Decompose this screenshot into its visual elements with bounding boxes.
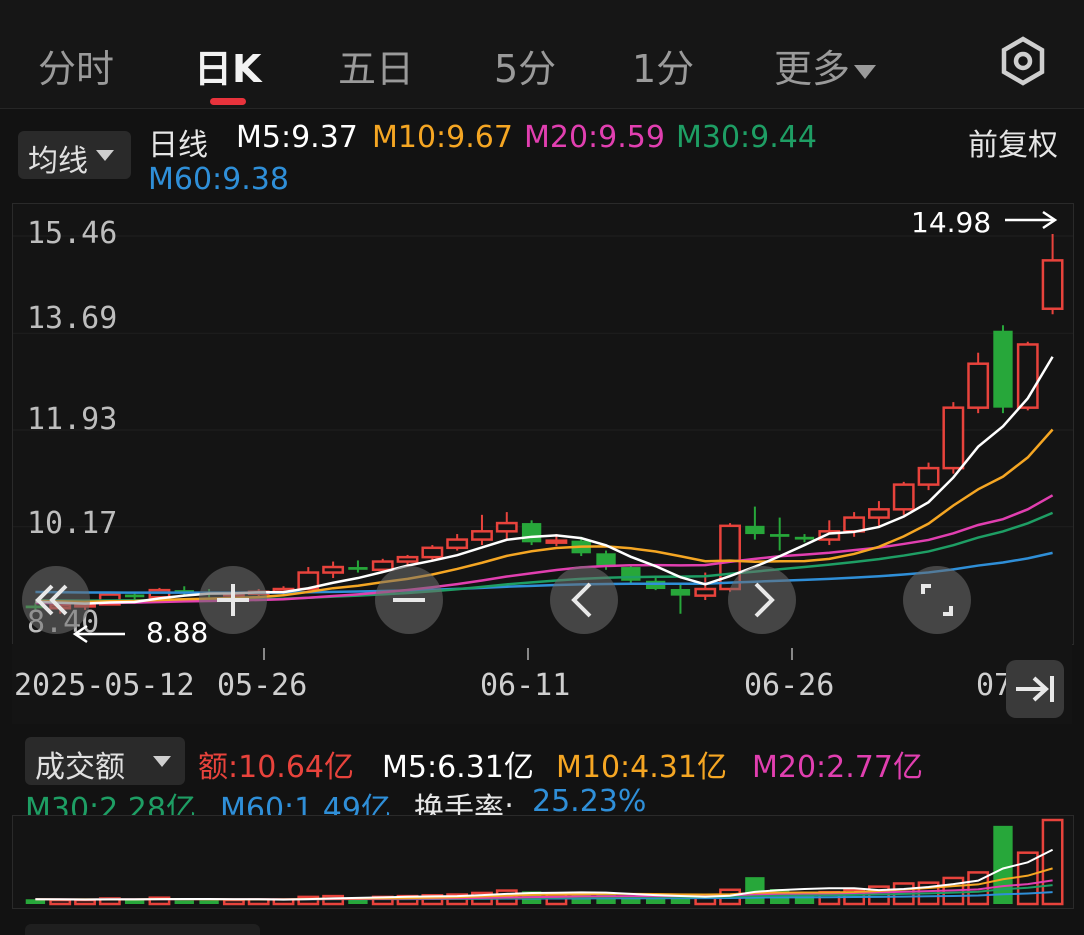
date-label-4: 06-26 <box>744 668 835 703</box>
candle-up <box>868 508 890 519</box>
previous-button[interactable] <box>550 566 618 634</box>
candle-down <box>745 525 765 535</box>
candle-up <box>545 539 568 544</box>
volume-m10: M10:4.31亿 <box>556 750 727 785</box>
candle-up <box>694 587 717 597</box>
indicator-selector[interactable]: 均线 <box>18 131 131 179</box>
bottom-tab-stub <box>25 924 260 935</box>
volume-chart-panel <box>12 815 1074 909</box>
chevron-down-icon <box>96 150 114 161</box>
rewind-icon <box>35 584 68 616</box>
candle-down <box>621 567 641 581</box>
candle-up <box>322 565 345 574</box>
zoom-out-icon <box>393 598 425 602</box>
fullscreen-icon <box>921 584 953 616</box>
chevron-left-icon <box>571 582 592 618</box>
candle-up <box>495 521 518 533</box>
active-tab-indicator <box>210 98 246 105</box>
volume-indicator-selector[interactable]: 成交额 <box>25 737 185 785</box>
candle-up <box>892 483 915 511</box>
volume-bar-up <box>74 898 96 906</box>
candle-down <box>794 536 815 540</box>
zoom-in-icon <box>217 584 249 616</box>
date-axis: 2025-05-12 05-26 06-11 06-26 07 <box>12 644 1072 724</box>
candle-down <box>124 594 145 598</box>
date-label-3: 06-11 <box>480 668 571 703</box>
ma30-value: M30:9.44 <box>676 120 817 155</box>
candle-up <box>446 538 469 550</box>
date-axis-ticks <box>263 648 793 660</box>
period-tab-bar: 分时 日K 五日 5分 1分 更多 <box>0 0 1084 109</box>
price-tick-4: 10.17 <box>27 506 118 541</box>
rewind-button[interactable] <box>22 566 90 634</box>
chevron-down-icon <box>854 64 877 79</box>
price-tick-2: 13.69 <box>27 301 118 336</box>
tab-1min[interactable]: 1分 <box>632 38 694 93</box>
volume-bar-up <box>1016 851 1039 906</box>
candle-down <box>993 330 1013 408</box>
tab-more[interactable]: 更多 <box>774 38 877 93</box>
candle-down <box>770 534 790 537</box>
tab-5min[interactable]: 5分 <box>494 38 556 93</box>
volume-amount: 额:10.64亿 <box>198 750 354 785</box>
tab-more-label: 更多 <box>774 47 851 91</box>
ma20-value: M20:9.59 <box>524 120 665 155</box>
zoom-in-button[interactable] <box>199 566 267 634</box>
turnover-value: 25.23% <box>532 784 647 819</box>
high-price-label: 14.98 <box>911 206 992 239</box>
candle-up <box>917 466 940 486</box>
candle-down <box>521 523 542 543</box>
candle-up <box>471 530 493 541</box>
fullscreen-button[interactable] <box>903 566 971 634</box>
next-button[interactable] <box>728 566 796 634</box>
tab-five-day[interactable]: 五日 <box>338 38 414 93</box>
chevron-down-icon <box>153 756 171 767</box>
tab-intraday[interactable]: 分时 <box>38 38 114 93</box>
volume-m20: M20:2.77亿 <box>752 750 923 785</box>
date-label-1: 2025-05-12 <box>14 668 195 703</box>
settings-icon[interactable] <box>998 36 1048 86</box>
candle-up <box>396 555 419 563</box>
zoom-out-button[interactable] <box>375 566 443 634</box>
adjust-mode-button[interactable]: 前复权 <box>968 120 1058 164</box>
tab-daily-k[interactable]: 日K <box>194 38 261 93</box>
volume-bar-down <box>199 900 219 904</box>
arrow-right-icon <box>1005 210 1058 230</box>
chevron-right-icon <box>754 582 775 618</box>
price-tick-3: 11.93 <box>27 402 118 437</box>
candle-up <box>1041 259 1064 310</box>
ma60-value: M60:9.38 <box>148 162 289 197</box>
ma-series-label: 日线 <box>148 128 208 163</box>
volume-selector-label: 成交额 <box>35 750 125 785</box>
candle-down <box>670 589 691 596</box>
volume-m5: M5:6.31亿 <box>382 750 534 785</box>
volume-bar-up <box>1041 818 1064 906</box>
volume-bar-down <box>993 825 1013 904</box>
volume-bar-up <box>49 898 72 906</box>
volume-bar-down <box>670 898 691 904</box>
ma5-value: M5:9.37 <box>236 120 358 155</box>
volume-bar-up <box>222 898 245 906</box>
jump-latest-button[interactable] <box>1006 660 1064 718</box>
ma5-line <box>35 356 1054 605</box>
ma10-value: M10:9.67 <box>372 120 513 155</box>
volume-chart[interactable] <box>13 816 1073 908</box>
jump-latest-icon <box>1016 676 1054 702</box>
candle-up <box>421 546 444 559</box>
price-tick-1: 15.46 <box>27 216 118 251</box>
candle-up <box>942 406 965 470</box>
candle-up <box>967 362 990 409</box>
indicator-selector-label: 均线 <box>28 144 88 179</box>
candle-down <box>348 567 368 570</box>
date-label-2: 05-26 <box>217 668 308 703</box>
ma30-line <box>35 511 1054 602</box>
